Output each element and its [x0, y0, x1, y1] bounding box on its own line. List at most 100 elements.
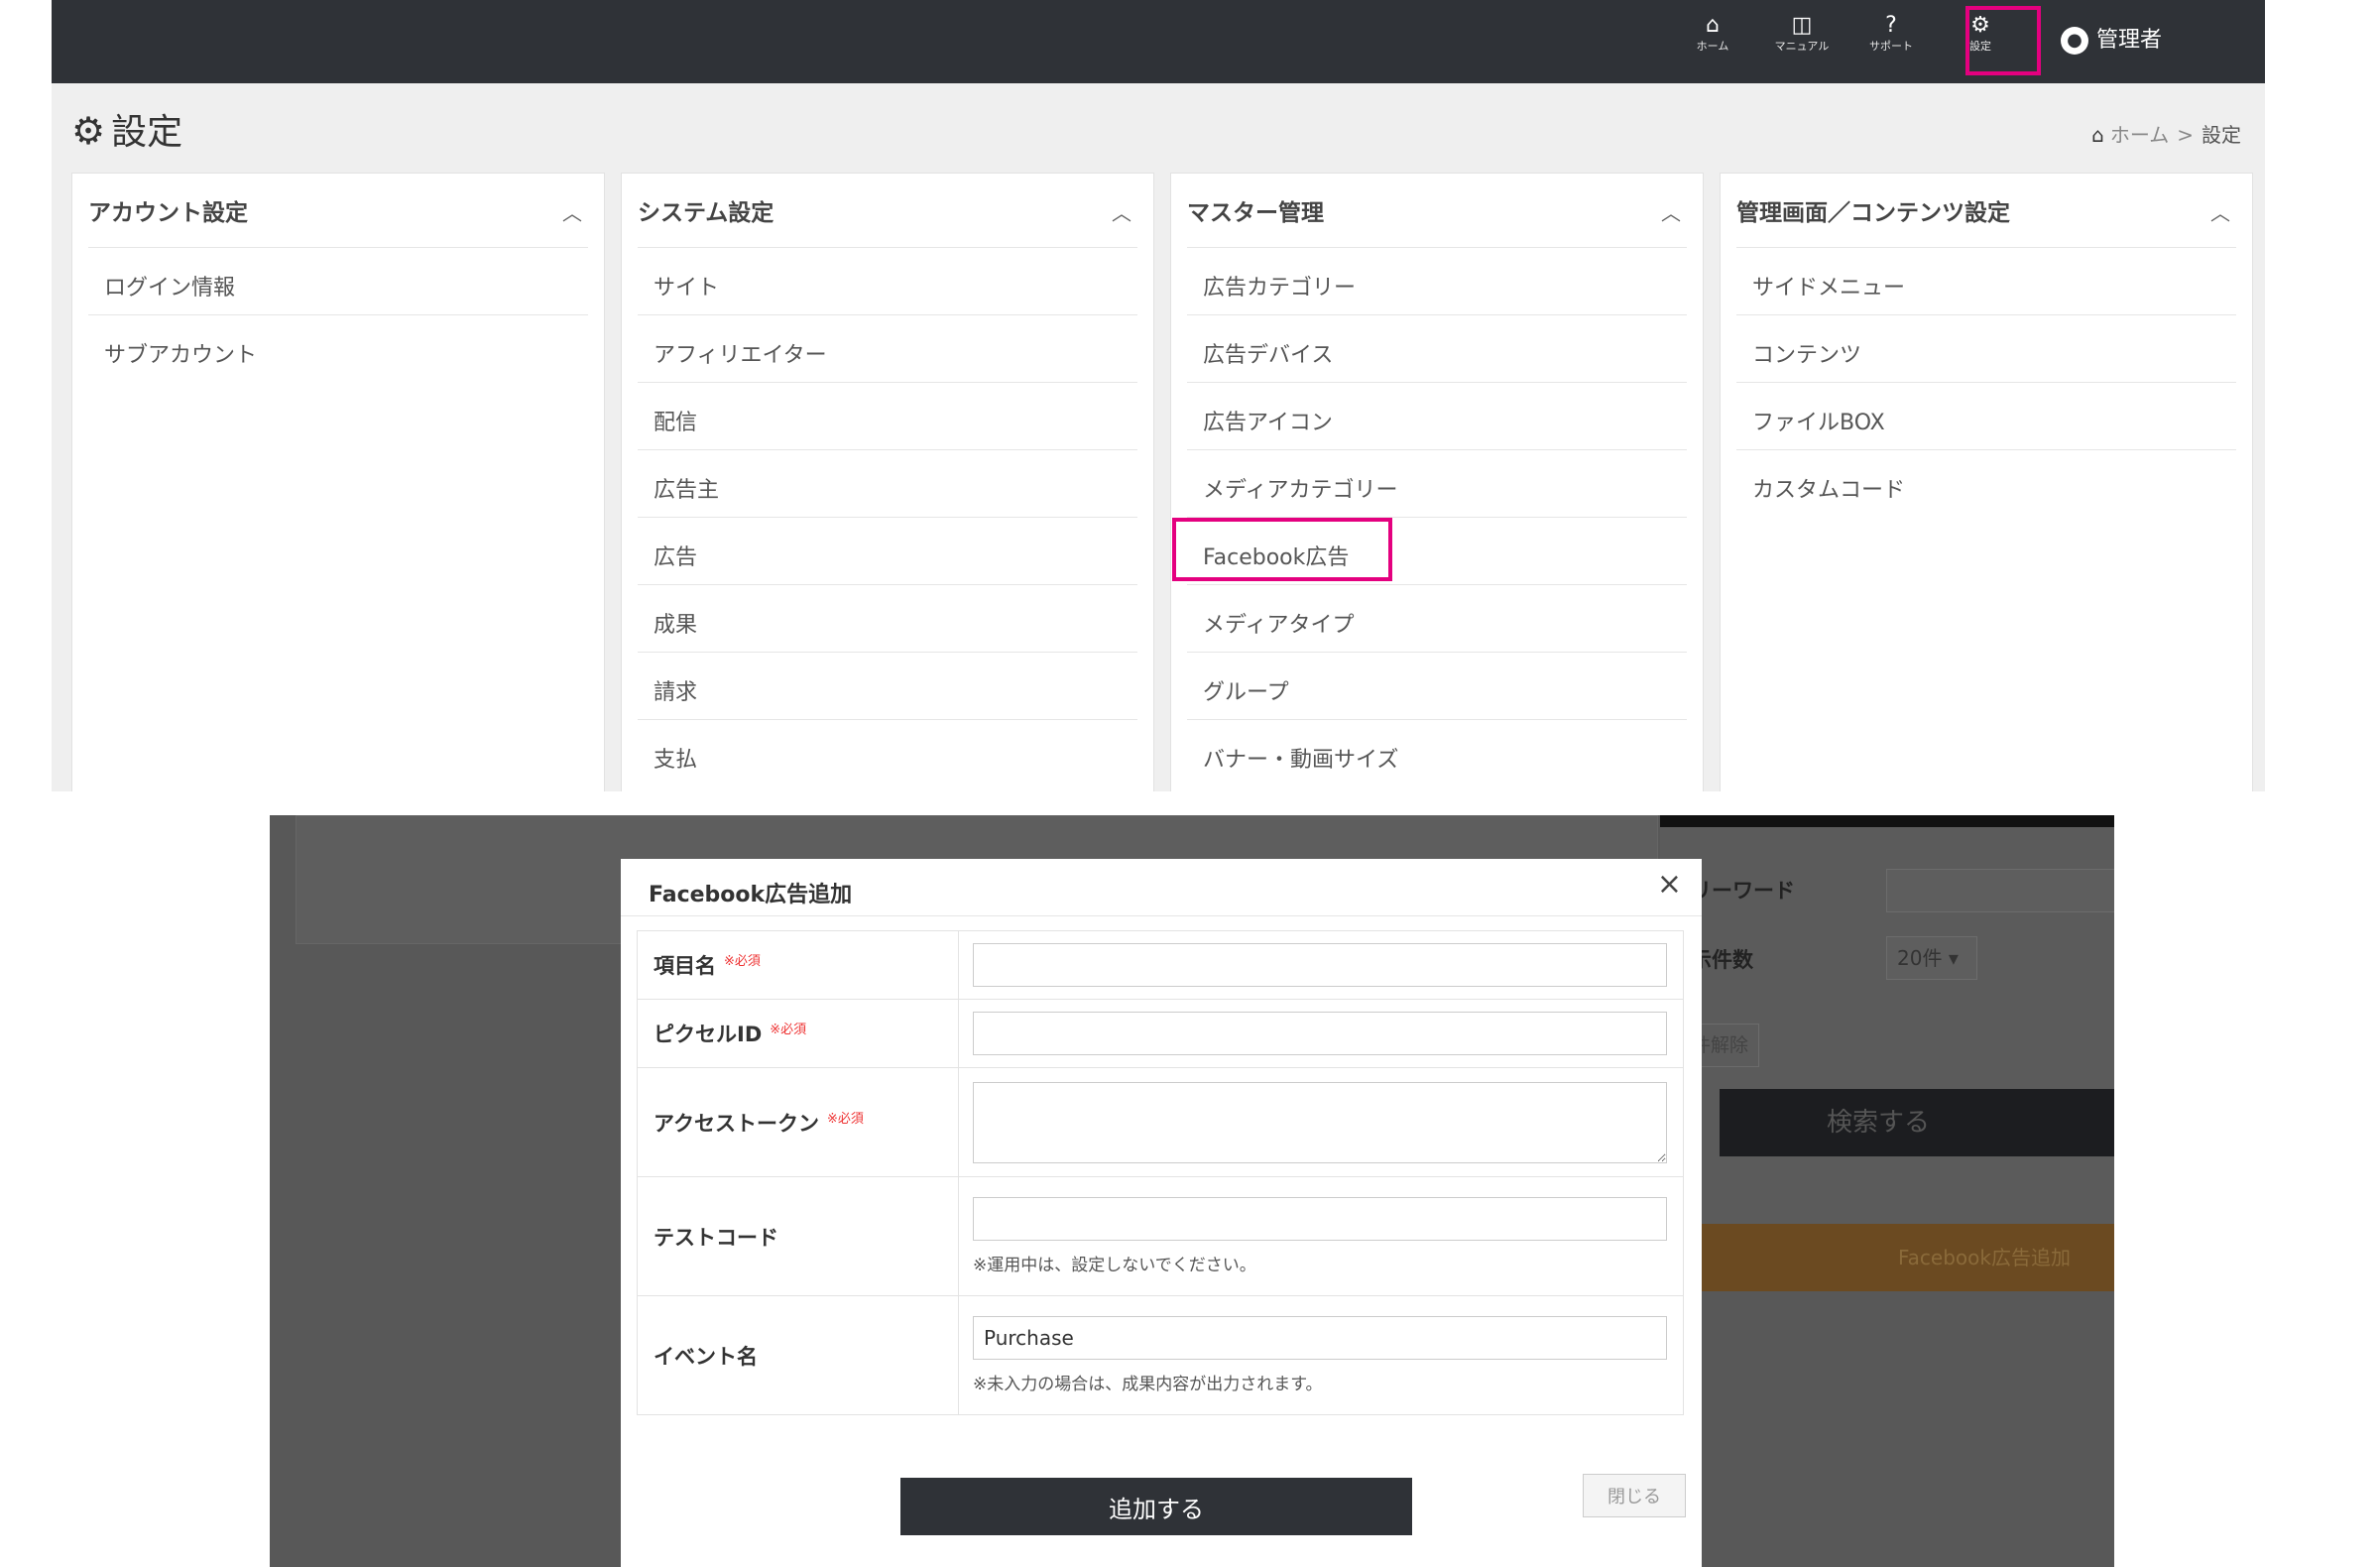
nav-support-label: サポート	[1869, 40, 1913, 53]
form-label: アクセストークン ※必須	[637, 1067, 959, 1177]
form-row-access-token: アクセストークン ※必須	[637, 1067, 1684, 1177]
home-icon: ⌂	[1706, 13, 1720, 38]
panel-list: ログイン情報 サブアカウント	[72, 247, 604, 382]
settings-page-screenshot: ⌂ ホーム ◫ マニュアル ? サポート ⚙ 設定 ● 管理者 ⚙ 設定 ⌂ ホーム >…	[52, 0, 2265, 791]
form-row-test-code: テストコード ※運用中は、設定しないでください。	[637, 1176, 1684, 1296]
item-name-input[interactable]	[973, 943, 1667, 987]
panel-title: 管理画面／コンテンツ設定	[1736, 200, 2010, 226]
panel-item-advertiser[interactable]: 広告主	[638, 449, 1137, 517]
panel-list: サイドメニュー コンテンツ ファイルBOX カスタムコード	[1721, 247, 2252, 517]
breadcrumb-current: 設定	[2202, 123, 2241, 147]
home-icon: ⌂	[2091, 123, 2104, 147]
close-button[interactable]: 閉じる	[1583, 1474, 1686, 1517]
nav-home[interactable]: ⌂ ホーム	[1678, 14, 1747, 54]
add-facebook-ad-button: Facebook広告追加	[1660, 1224, 2114, 1291]
access-token-label: アクセストークン	[654, 1111, 819, 1136]
caret-down-icon: ▾	[1948, 946, 1959, 970]
panel-item-ad[interactable]: 広告	[638, 517, 1137, 584]
form-field-cell: ※運用中は、設定しないでください。	[958, 1176, 1684, 1296]
breadcrumb-separator: >	[2177, 123, 2194, 147]
nav-manual[interactable]: ◫ マニュアル	[1767, 14, 1837, 54]
search-button: 検索する	[1720, 1089, 2114, 1156]
panel-item-login-info[interactable]: ログイン情報	[88, 247, 588, 314]
pixel-id-input[interactable]	[973, 1012, 1667, 1055]
panel-title: マスター管理	[1187, 200, 1324, 226]
panel-item-file-box[interactable]: ファイルBOX	[1736, 382, 2236, 449]
background-search-panel: フリーワード 表示件数 20件 ▾ 条件解除 検索する Facebook広告追加	[1660, 815, 2114, 1291]
form-row-pixel-id: ピクセルID ※必須	[637, 999, 1684, 1068]
panel-item-delivery[interactable]: 配信	[638, 382, 1137, 449]
page-title-text: 設定	[111, 112, 183, 153]
panel-item-ad-device[interactable]: 広告デバイス	[1187, 314, 1687, 382]
close-icon[interactable]: ×	[1657, 867, 1682, 902]
test-code-label: テストコード	[654, 1225, 778, 1250]
panel-item-contents[interactable]: コンテンツ	[1736, 314, 2236, 382]
form-row-event-name: イベント名 ※未入力の場合は、成果内容が出力されます。	[637, 1295, 1684, 1415]
panel-item-media-category[interactable]: メディアカテゴリー	[1187, 449, 1687, 517]
required-mark: ※必須	[724, 954, 761, 969]
user-menu[interactable]: ● 管理者	[2061, 24, 2162, 58]
form-label: テストコード	[637, 1176, 959, 1296]
add-button[interactable]: 追加する	[900, 1478, 1412, 1535]
panel-account-settings: アカウント設定 ︿ ログイン情報 サブアカウント	[71, 173, 605, 791]
nav-home-label: ホーム	[1696, 40, 1729, 53]
panel-item-site[interactable]: サイト	[638, 247, 1137, 314]
modal-form-table: 項目名 ※必須 ピクセルID ※必須 アクセストークン ※必須 テストコード ※運用中…	[637, 930, 1684, 1415]
required-mark: ※必須	[770, 1023, 807, 1037]
panel-header[interactable]: 管理画面／コンテンツ設定 ︿	[1721, 174, 2252, 247]
event-name-label: イベント名	[654, 1344, 758, 1369]
panel-item-billing[interactable]: 請求	[638, 652, 1137, 719]
chevron-up-icon[interactable]: ︿	[1661, 197, 1681, 226]
help-icon: ?	[1885, 13, 1897, 38]
item-name-label: 項目名	[654, 954, 716, 978]
freeword-input	[1886, 869, 2114, 912]
panel-list: 広告カテゴリー 広告デバイス 広告アイコン メディアカテゴリー Facebook…	[1171, 247, 1703, 786]
add-facebook-ad-modal: Facebook広告追加 × 項目名 ※必須 ピクセルID ※必須 アクセストークン…	[621, 859, 1702, 1567]
panel-item-ad-icon[interactable]: 広告アイコン	[1187, 382, 1687, 449]
form-field-cell: ※未入力の場合は、成果内容が出力されます。	[958, 1295, 1684, 1415]
user-label: 管理者	[2096, 28, 2163, 53]
panel-title: システム設定	[638, 200, 774, 226]
chevron-up-icon[interactable]: ︿	[2210, 197, 2230, 226]
page-title: ⚙ 設定	[71, 103, 182, 153]
nav-support[interactable]: ? サポート	[1856, 14, 1926, 54]
form-label: イベント名	[637, 1295, 959, 1415]
panel-item-group[interactable]: グループ	[1187, 652, 1687, 719]
test-code-input[interactable]	[973, 1197, 1667, 1241]
panel-item-banner-size[interactable]: バナー・動画サイズ	[1187, 719, 1687, 786]
event-name-help: ※未入力の場合は、成果内容が出力されます。	[973, 1375, 1323, 1394]
form-label: ピクセルID ※必須	[637, 999, 959, 1068]
access-token-textarea[interactable]	[973, 1081, 1667, 1163]
form-field-cell	[958, 999, 1684, 1068]
breadcrumb-home[interactable]: ホーム	[2110, 123, 2169, 147]
panel-master-management: マスター管理 ︿ 広告カテゴリー 広告デバイス 広告アイコン メディアカテゴリー…	[1170, 173, 1704, 791]
chevron-up-icon[interactable]: ︿	[562, 197, 582, 226]
settings-highlight-box	[1965, 6, 2041, 75]
panel-item-result[interactable]: 成果	[638, 584, 1137, 652]
panel-list: サイト アフィリエイター 配信 広告主 広告 成果 請求 支払	[622, 247, 1153, 786]
panel-item-ad-category[interactable]: 広告カテゴリー	[1187, 247, 1687, 314]
facebook-ad-highlight-box	[1172, 518, 1392, 581]
chevron-up-icon[interactable]: ︿	[1112, 197, 1131, 226]
panel-header[interactable]: マスター管理 ︿	[1171, 174, 1703, 247]
modal-title: Facebook広告追加	[649, 883, 853, 907]
count-select: 20件 ▾	[1886, 936, 1977, 980]
test-code-help: ※運用中は、設定しないでください。	[973, 1256, 1256, 1275]
panel-item-affiliator[interactable]: アフィリエイター	[638, 314, 1137, 382]
form-field-cell	[958, 930, 1684, 1000]
panel-item-side-menu[interactable]: サイドメニュー	[1736, 247, 2236, 314]
panel-item-payment[interactable]: 支払	[638, 719, 1137, 786]
background-search-topbar	[1660, 815, 2114, 827]
modal-header: Facebook広告追加 ×	[621, 859, 1702, 916]
panel-system-settings: システム設定 ︿ サイト アフィリエイター 配信 広告主 広告 成果 請求 支払	[621, 173, 1154, 791]
panel-item-subaccount[interactable]: サブアカウント	[88, 314, 588, 382]
book-icon: ◫	[1791, 13, 1813, 38]
required-mark: ※必須	[826, 1111, 864, 1127]
breadcrumb: ⌂ ホーム > 設定	[2091, 119, 2241, 148]
panel-header[interactable]: アカウント設定 ︿	[72, 174, 604, 247]
event-name-input[interactable]	[973, 1316, 1667, 1360]
panel-item-media-type[interactable]: メディアタイプ	[1187, 584, 1687, 652]
gear-icon: ⚙	[71, 109, 106, 153]
panel-item-custom-code[interactable]: カスタムコード	[1736, 449, 2236, 517]
panel-header[interactable]: システム設定 ︿	[622, 174, 1153, 247]
